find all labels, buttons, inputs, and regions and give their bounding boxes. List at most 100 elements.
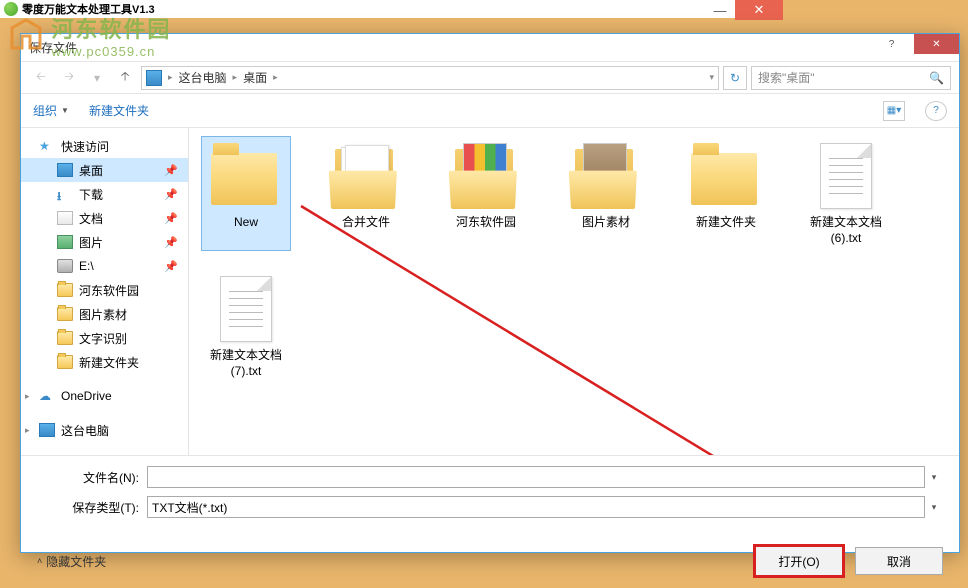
action-row: ˄ 隐藏文件夹 打开(O) 取消 — [21, 534, 959, 588]
file-list-area[interactable]: New 合并文件 河东软件园 — [189, 128, 959, 455]
sidebar-label: 桌面 — [79, 162, 103, 179]
parent-close-button[interactable]: ✕ — [735, 0, 783, 20]
sidebar-label: 快速访问 — [61, 138, 109, 155]
view-mode-button[interactable]: ▦▾ — [883, 101, 905, 121]
file-label: 新建文件夹 — [696, 215, 756, 231]
sidebar-item-drive-e[interactable]: E:\ 📌 — [21, 254, 188, 278]
breadcrumb-seg-thispc[interactable]: 这台电脑 — [173, 69, 233, 86]
folder-icon — [451, 141, 521, 211]
nav-back-button[interactable]: 🡠 — [29, 66, 53, 90]
sidebar-label: 文档 — [79, 210, 103, 227]
refresh-button[interactable]: ↻ — [723, 66, 747, 90]
nav-forward-button[interactable]: 🡢 — [57, 66, 81, 90]
sidebar-label: 河东软件园 — [79, 282, 139, 299]
bottom-panel: 文件名(N): ▾ 保存类型(T): TXT文档(*.txt) ▾ — [21, 455, 959, 534]
text-file-icon — [820, 143, 872, 209]
chevron-right-icon: ▸ — [273, 72, 278, 83]
file-label: 合并文件 — [342, 215, 390, 231]
filetype-select[interactable]: TXT文档(*.txt) — [147, 496, 925, 518]
nav-recent-dropdown[interactable]: ▾ — [85, 66, 109, 90]
download-icon: ⭳ — [57, 187, 73, 201]
sidebar-label: 这台电脑 — [61, 422, 109, 439]
file-item-hedong[interactable]: 河东软件园 — [441, 136, 531, 251]
parent-minimize-button[interactable]: — — [705, 0, 735, 20]
folder-icon — [57, 355, 73, 369]
cancel-button[interactable]: 取消 — [855, 547, 943, 575]
drive-icon — [57, 259, 73, 273]
file-label: 图片素材 — [582, 215, 630, 231]
file-item-newfolder[interactable]: 新建文件夹 — [681, 136, 771, 251]
breadcrumb-dropdown-icon[interactable]: ▾ — [709, 72, 714, 83]
new-folder-button[interactable]: 新建文件夹 — [89, 102, 149, 119]
organize-label: 组织 — [33, 102, 57, 119]
breadcrumb-location-icon — [146, 70, 162, 86]
filetype-dropdown-icon[interactable]: ▾ — [925, 502, 943, 513]
navigation-pane[interactable]: ★ 快速访问 桌面 📌 ⭳ 下载 📌 文档 📌 图片 📌 — [21, 128, 189, 455]
folder-icon — [571, 141, 641, 211]
sidebar-item-onedrive[interactable]: ▸ ☁ OneDrive — [21, 384, 188, 408]
sidebar-item-folder-new[interactable]: 新建文件夹 — [21, 350, 188, 374]
parent-window-controls: — ✕ — [705, 0, 783, 20]
search-placeholder: 搜索"桌面" — [758, 69, 815, 86]
computer-icon — [39, 423, 55, 437]
folder-icon — [211, 153, 277, 205]
file-item-merge[interactable]: 合并文件 — [321, 136, 411, 251]
help-button[interactable]: ? — [925, 101, 947, 121]
sidebar-item-folder-hedong[interactable]: 河东软件园 — [21, 278, 188, 302]
search-input[interactable]: 搜索"桌面" 🔍 — [751, 66, 951, 90]
file-item-imagesrc[interactable]: 图片素材 — [561, 136, 651, 251]
desktop-icon — [57, 163, 73, 177]
chevron-up-icon: ˄ — [37, 556, 42, 566]
filename-input[interactable] — [147, 466, 925, 488]
cancel-button-label: 取消 — [887, 553, 911, 570]
new-folder-label: 新建文件夹 — [89, 102, 149, 119]
chevron-right-icon: ▸ — [25, 391, 30, 402]
dialog-help-button[interactable]: ? — [869, 34, 914, 54]
open-button-label: 打开(O) — [778, 553, 819, 570]
pin-icon: 📌 — [164, 236, 178, 249]
sidebar-item-thispc[interactable]: ▸ 这台电脑 — [21, 418, 188, 442]
hide-folders-label: 隐藏文件夹 — [46, 553, 106, 570]
sidebar-label: 文字识别 — [79, 330, 127, 347]
dialog-close-button[interactable]: ✕ — [914, 34, 959, 54]
file-label: 新建文本文档(6).txt — [806, 215, 886, 246]
app-icon — [4, 2, 18, 16]
folder-icon — [57, 307, 73, 321]
navigation-bar: 🡠 🡢 ▾ 🡡 ▸ 这台电脑 ▸ 桌面 ▸ ▾ ↻ 搜索"桌面" 🔍 — [21, 62, 959, 94]
chevron-down-icon: ▼ — [61, 106, 69, 115]
file-label: 新建文本文档(7).txt — [206, 348, 286, 379]
file-item-txt7[interactable]: 新建文本文档(7).txt — [201, 269, 291, 384]
breadcrumb-seg-desktop[interactable]: 桌面 — [237, 69, 273, 86]
nav-up-button[interactable]: 🡡 — [113, 66, 137, 90]
sidebar-item-pictures[interactable]: 图片 📌 — [21, 230, 188, 254]
file-item-txt6[interactable]: 新建文本文档(6).txt — [801, 136, 891, 251]
filename-dropdown-icon[interactable]: ▾ — [925, 472, 943, 483]
breadcrumb[interactable]: ▸ 这台电脑 ▸ 桌面 ▸ ▾ — [141, 66, 719, 90]
sidebar-item-documents[interactable]: 文档 📌 — [21, 206, 188, 230]
sidebar-label: E:\ — [79, 259, 94, 273]
pin-icon: 📌 — [164, 188, 178, 201]
chevron-right-icon: ▸ — [25, 425, 30, 436]
organize-menu[interactable]: 组织 ▼ — [33, 102, 69, 119]
dialog-body: ★ 快速访问 桌面 📌 ⭳ 下载 📌 文档 📌 图片 📌 — [21, 128, 959, 455]
folder-icon — [331, 141, 401, 211]
folder-icon — [57, 283, 73, 297]
sidebar-label: OneDrive — [61, 389, 112, 403]
open-button[interactable]: 打开(O) — [753, 544, 845, 578]
sidebar-label: 图片 — [79, 234, 103, 251]
dialog-title: 保存文件 — [29, 39, 77, 56]
sidebar-item-quick-access[interactable]: ★ 快速访问 — [21, 134, 188, 158]
pin-icon: 📌 — [164, 260, 178, 273]
toolbar: 组织 ▼ 新建文件夹 ▦▾ ? — [21, 94, 959, 128]
file-item-new[interactable]: New — [201, 136, 291, 251]
dialog-titlebar: 保存文件 ? ✕ — [21, 34, 959, 62]
sidebar-item-downloads[interactable]: ⭳ 下载 📌 — [21, 182, 188, 206]
sidebar-item-folder-ocr[interactable]: 文字识别 — [21, 326, 188, 350]
search-icon: 🔍 — [929, 71, 944, 85]
sidebar-item-desktop[interactable]: 桌面 📌 — [21, 158, 188, 182]
sidebar-item-folder-imagesrc[interactable]: 图片素材 — [21, 302, 188, 326]
folder-icon — [57, 331, 73, 345]
filetype-label: 保存类型(T): — [61, 499, 147, 516]
pictures-icon — [57, 235, 73, 249]
hide-folders-toggle[interactable]: ˄ 隐藏文件夹 — [37, 553, 106, 570]
